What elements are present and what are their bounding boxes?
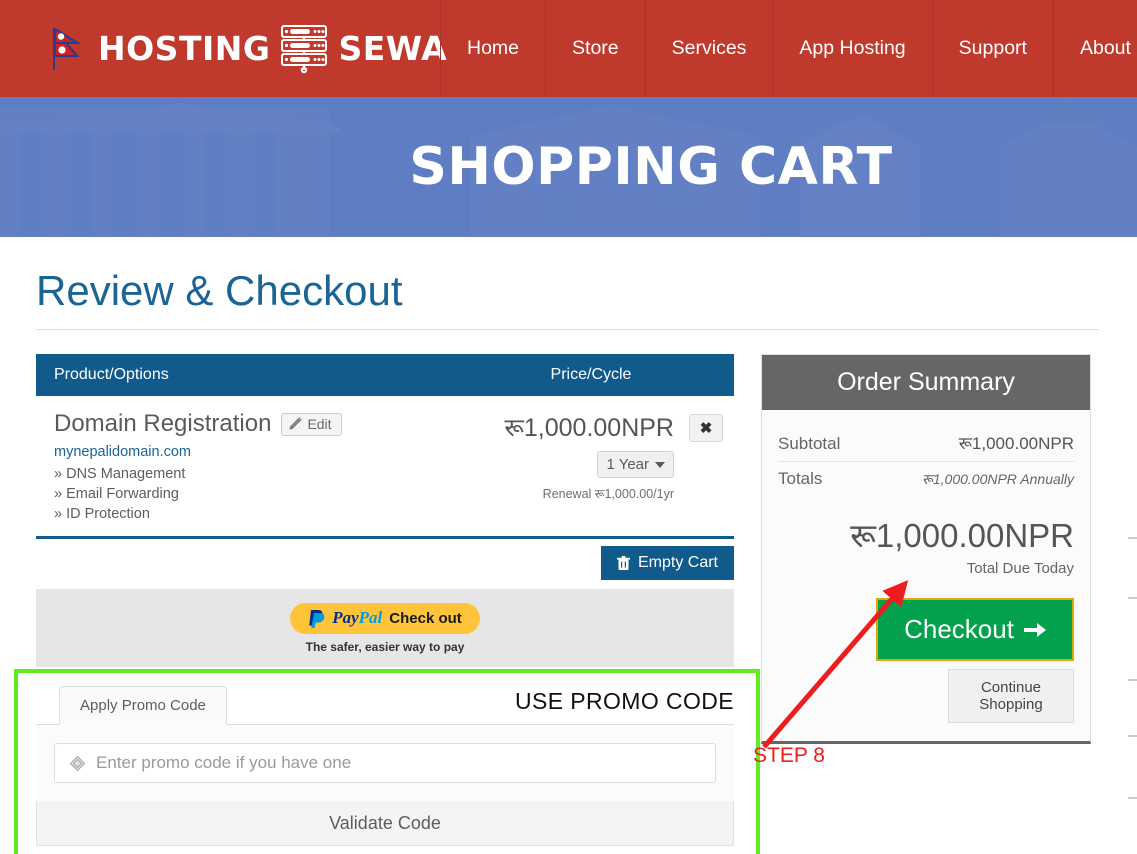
nav-item-about-us[interactable]: About Us [1052, 0, 1137, 97]
cart-item-option: » Email Forwarding [54, 486, 179, 502]
remove-item-button[interactable]: ✖ [689, 414, 723, 442]
cart-item-title-line: Domain Registration Edit [54, 410, 428, 438]
order-summary-column: Order Summary Subtotal रू1,000.00NPR Tot… [761, 354, 1091, 846]
summary-value-totals: रू1,000.00NPR Annually [921, 471, 1074, 487]
nav-item-app-hosting[interactable]: App Hosting [772, 0, 931, 97]
promo-code-input[interactable]: Enter promo code if you have one [54, 743, 716, 783]
cart-item-price-cell: रू1,000.00NPR 1 Year Renewal रू1,000.00/… [428, 410, 678, 524]
cart-actions: Empty Cart [36, 539, 734, 580]
ticket-tag-icon [69, 755, 86, 771]
site-logo[interactable]: HOSTING SEWA [0, 0, 447, 97]
arrow-right-icon [1023, 622, 1046, 637]
order-summary-title: Order Summary [762, 355, 1090, 410]
order-summary-body: Subtotal रू1,000.00NPR Totals रू1,000.00… [762, 410, 1090, 741]
continue-shopping-button[interactable]: Continue Shopping [948, 669, 1074, 723]
brand-wordmark: HOSTING SEWA [98, 24, 447, 74]
summary-row-totals: Totals रू1,000.00NPR Annually [778, 462, 1074, 496]
grand-total-label: Total Due Today [966, 560, 1074, 577]
paypal-checkout-label: Check out [389, 609, 462, 627]
promo-overlay-text: USE PROMO CODE [514, 688, 734, 714]
validate-code-button[interactable]: Validate Code [36, 801, 734, 846]
cart-item-product: Domain Registration Edit mynepalidomain.… [54, 410, 428, 524]
paypal-word-pay: Pay [332, 608, 359, 627]
page-edge-ticks [1125, 467, 1137, 854]
paypal-wordmark: PayPal [332, 608, 382, 628]
banner-title: SHOPPING CART [409, 137, 893, 197]
paypal-word-pal: Pal [358, 608, 383, 627]
paypal-checkout-button[interactable]: PayPal Check out [290, 602, 480, 634]
nav-item-store[interactable]: Store [545, 0, 645, 97]
paypal-panel: PayPal Check out The safer, easier way t… [36, 589, 734, 667]
summary-value-subtotal: रू1,000.00NPR [958, 434, 1074, 453]
server-rack-icon [281, 24, 328, 73]
page-title: Review & Checkout [36, 267, 403, 314]
edit-item-button[interactable]: Edit [281, 412, 342, 436]
cart-item-renewal: Renewal रू1,000.00/1yr [542, 487, 674, 501]
trash-icon [616, 555, 630, 570]
grand-total-amount: रू1,000.00NPR [850, 517, 1074, 554]
paypal-logo-icon [309, 610, 325, 628]
pencil-icon [289, 417, 303, 430]
checkout-button-label: Checkout [904, 614, 1014, 644]
nav-item-support[interactable]: Support [931, 0, 1053, 97]
site-header: HOSTING SEWA Home Store Services App Hos… [0, 0, 1137, 97]
nav-item-services[interactable]: Services [644, 0, 773, 97]
summary-label-totals: Totals [778, 469, 823, 488]
cart-item-title: Domain Registration [54, 410, 272, 437]
billing-cycle-select[interactable]: 1 Year [597, 451, 674, 478]
nav-item-home[interactable]: Home [440, 0, 545, 97]
brand-name-second: SEWA [338, 29, 448, 68]
page-content: Review & Checkout Product/Options Price/… [0, 237, 1137, 854]
main-navigation: Home Store Services App Hosting Support … [440, 0, 1137, 97]
promo-code-section: Apply Promo Code USE PROMO CODE Enter pr… [14, 669, 760, 854]
billing-cycle-value: 1 Year [606, 456, 649, 473]
empty-cart-button[interactable]: Empty Cart [600, 546, 734, 580]
page-banner: SHOPPING CART [0, 97, 1137, 237]
nepal-flag-icon [53, 26, 82, 70]
cart-column: Product/Options Price/Cycle Domain Regis… [14, 354, 760, 854]
cart-table-header: Product/Options Price/Cycle [36, 354, 734, 396]
summary-row-subtotal: Subtotal रू1,000.00NPR [778, 424, 1074, 462]
summary-label-subtotal: Subtotal [778, 434, 841, 453]
empty-cart-label: Empty Cart [637, 554, 718, 571]
paypal-subtitle: The safer, easier way to pay [305, 639, 465, 654]
cart-item-options: » DNS Management » Email Forwarding » ID… [54, 464, 428, 524]
table-row: Domain Registration Edit mynepalidomain.… [36, 396, 734, 539]
tab-apply-promo-code[interactable]: Apply Promo Code [59, 686, 227, 725]
checkout-button[interactable]: Checkout [876, 598, 1074, 661]
cart-item-domain-link[interactable]: mynepalidomain.com [54, 444, 428, 460]
promo-code-placeholder: Enter promo code if you have one [96, 753, 352, 772]
title-divider [36, 329, 1099, 330]
column-header-price: Price/Cycle [550, 366, 632, 383]
chevron-down-icon [655, 461, 665, 468]
order-summary-panel: Order Summary Subtotal रू1,000.00NPR Tot… [761, 354, 1091, 744]
column-header-product: Product/Options [54, 366, 169, 383]
cart-item-price: रू1,000.00NPR [504, 414, 674, 442]
cart-item-option: » DNS Management [54, 466, 186, 482]
cart-layout: Product/Options Price/Cycle Domain Regis… [14, 354, 1101, 854]
edit-item-label: Edit [307, 415, 332, 432]
cart-item-remove-cell: ✖ [678, 410, 734, 524]
cart-item-option: » ID Protection [54, 506, 150, 522]
brand-name-first: HOSTING [98, 29, 271, 68]
promo-tab-bar: Apply Promo Code USE PROMO CODE [36, 678, 734, 725]
promo-body: Enter promo code if you have one [36, 725, 734, 801]
